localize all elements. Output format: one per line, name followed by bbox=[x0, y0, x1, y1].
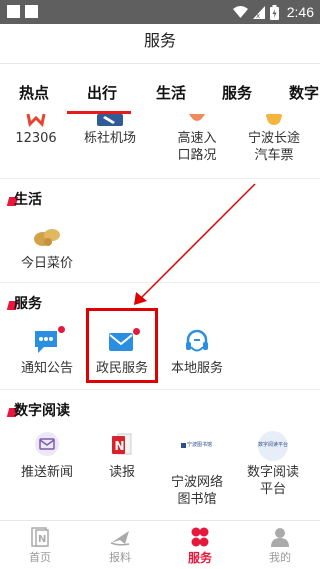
service-item-digital-reading-platform[interactable]: 数字阅读平台 数字阅读平台 bbox=[236, 431, 310, 498]
library-logo-icon: 宁波图书馆 bbox=[181, 441, 213, 471]
service-item-label: 宁波网络图书馆 bbox=[171, 475, 224, 507]
svg-text:N: N bbox=[115, 439, 125, 453]
send-icon bbox=[109, 527, 131, 547]
service-item-read-newspaper[interactable]: N 读报 bbox=[85, 431, 159, 481]
nav-home[interactable]: N 首页 bbox=[10, 527, 70, 565]
nav-label: 我的 bbox=[269, 551, 291, 564]
nav-label: 首页 bbox=[29, 551, 51, 564]
bottom-navigation: N 首页 报料 服务 我的 bbox=[0, 520, 320, 569]
nav-report[interactable]: 报料 bbox=[90, 527, 150, 565]
service-item-label: 推送新闻 bbox=[20, 465, 73, 480]
service-item-label: 读报 bbox=[108, 465, 135, 480]
service-item-ningbo-library[interactable]: 宁波图书馆 宁波网络图书馆 bbox=[160, 431, 234, 508]
section-title-digital-reading: 数字阅读 bbox=[14, 403, 70, 419]
divider bbox=[0, 389, 320, 390]
service-item-push-news[interactable]: 推送新闻 bbox=[10, 431, 84, 481]
nav-label: 报料 bbox=[109, 551, 131, 564]
nav-mine[interactable]: 我的 bbox=[250, 527, 310, 565]
newspaper-icon: N bbox=[107, 431, 137, 461]
user-icon bbox=[269, 527, 291, 547]
service-item-label: 数字阅读平台 bbox=[247, 465, 300, 497]
reading-platform-logo-icon: 数字阅读平台 bbox=[258, 431, 288, 461]
svg-text:N: N bbox=[38, 534, 46, 545]
newspaper-icon: N bbox=[29, 527, 51, 547]
push-news-icon bbox=[32, 431, 62, 461]
nav-services[interactable]: 服务 bbox=[170, 527, 230, 566]
clover-icon bbox=[189, 527, 211, 547]
nav-label: 服务 bbox=[187, 551, 212, 565]
